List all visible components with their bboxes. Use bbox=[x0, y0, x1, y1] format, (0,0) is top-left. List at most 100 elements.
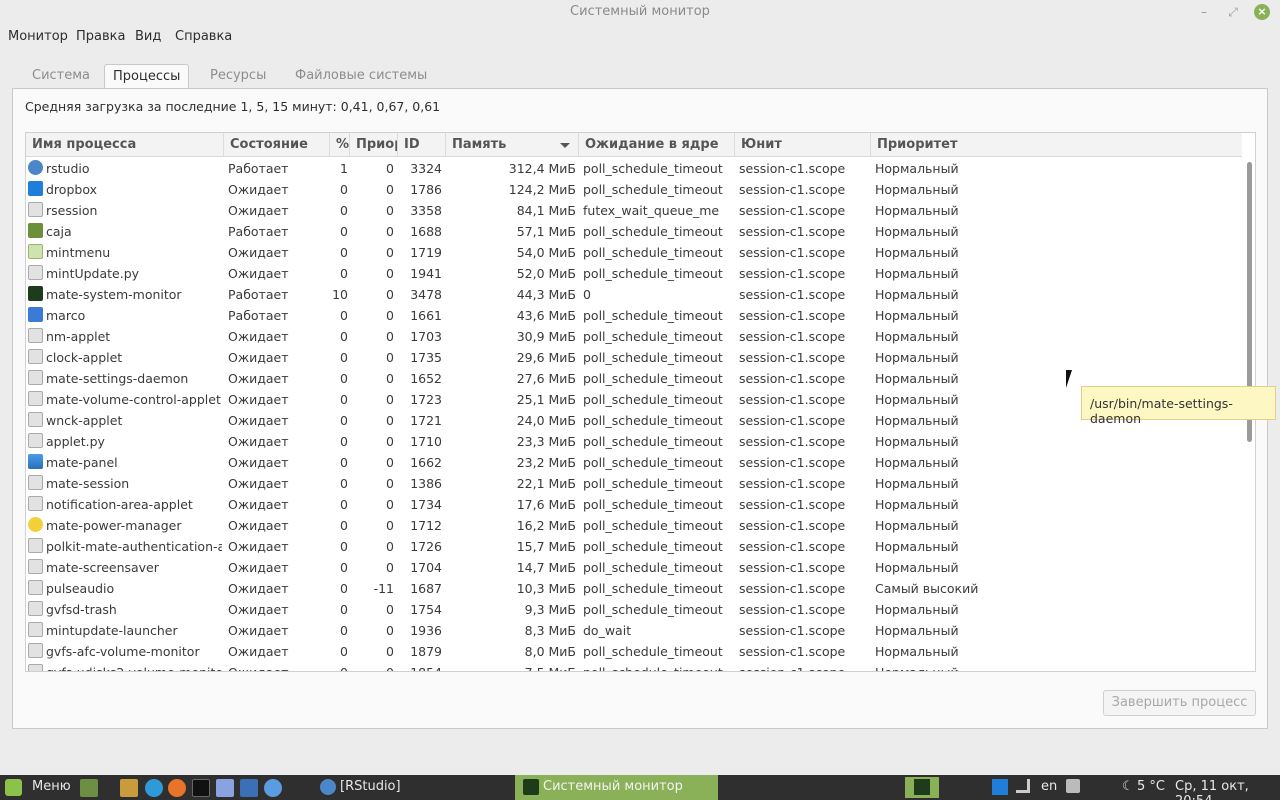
table-row[interactable]: rsession Ожидает 0 0 3358 84,1 МиБ futex_wait_… bbox=[26, 200, 1242, 221]
dropbox-tray-icon[interactable] bbox=[992, 779, 1008, 795]
firefox-icon[interactable] bbox=[168, 779, 186, 797]
table-row[interactable]: dropbox Ожидает 0 0 1786 124,2 МиБ poll_schedu… bbox=[26, 179, 1242, 200]
process-priority: Нормальный bbox=[875, 665, 1075, 671]
process-priority: Нормальный bbox=[875, 329, 959, 344]
task-rstudio[interactable]: [RStudio] bbox=[312, 775, 512, 800]
close-button[interactable]: × bbox=[1254, 4, 1270, 20]
volume-icon[interactable] bbox=[1066, 779, 1080, 793]
chromium-icon[interactable] bbox=[264, 779, 282, 797]
power-manager-icon bbox=[28, 517, 43, 532]
table-row[interactable]: mate-screensaver Ожидает 0 0 1704 14,7 МиБ pol… bbox=[26, 557, 1242, 578]
files-icon[interactable] bbox=[120, 779, 138, 797]
network-signal-icon[interactable] bbox=[1016, 779, 1030, 793]
table-row[interactable]: mate-power-manager Ожидает 0 0 1712 16,2 МиБ p… bbox=[26, 515, 1242, 536]
process-waiting-channel: futex_wait_queue_me bbox=[583, 203, 720, 218]
column-header-unit[interactable]: Юнит bbox=[735, 133, 871, 157]
end-process-button[interactable]: Завершить процесс bbox=[1103, 690, 1256, 716]
process-id: 1936 bbox=[410, 623, 442, 638]
task-system-monitor[interactable]: Системный монитор bbox=[515, 775, 718, 800]
table-row[interactable]: mintmenu Ожидает 0 0 1719 54,0 МиБ poll_schedu… bbox=[26, 242, 1242, 263]
column-header-name[interactable]: Имя процесса bbox=[26, 133, 224, 157]
table-row[interactable]: mate-volume-control-applet Ожидает 0 0 1723 2… bbox=[26, 389, 1242, 410]
table-row[interactable]: caja Работает 0 0 1688 57,1 МиБ poll_schedule_… bbox=[26, 221, 1242, 242]
process-cpu: 0 bbox=[340, 623, 348, 638]
text-editor-icon[interactable] bbox=[216, 779, 234, 797]
minimize-button[interactable]: – bbox=[1196, 4, 1212, 20]
process-waiting-channel: poll_schedule_timeout bbox=[583, 224, 723, 239]
maximize-button[interactable]: ⤢ bbox=[1225, 4, 1241, 20]
table-row[interactable]: pulseaudio Ожидает 0 -11 1687 10,3 МиБ poll_sc… bbox=[26, 578, 1242, 599]
keyboard-layout-indicator[interactable]: en bbox=[1041, 779, 1057, 800]
tab-filesystems[interactable]: Файловые системы bbox=[287, 64, 435, 88]
table-row[interactable]: applet.py Ожидает 0 0 1710 23,3 МиБ poll_sched… bbox=[26, 431, 1242, 452]
column-header-nice[interactable]: Приор bbox=[350, 133, 398, 157]
process-waiting-channel: poll_schedule_timeout bbox=[583, 455, 723, 470]
table-row[interactable]: marco Работает 0 0 1661 43,6 МиБ poll_schedule… bbox=[26, 305, 1242, 326]
table-row[interactable]: clock-applet Ожидает 0 0 1735 29,6 МиБ poll_sc… bbox=[26, 347, 1242, 368]
column-header-priority[interactable]: Приоритет bbox=[871, 133, 1242, 157]
column-header-memory[interactable]: Память bbox=[446, 133, 579, 157]
table-row[interactable]: mate-system-monitor Работает 10 0 3478 44,3 М… bbox=[26, 284, 1242, 305]
process-waiting-channel: poll_schedule_timeout bbox=[583, 182, 723, 197]
table-row[interactable]: mate-settings-daemon Ожидает 0 0 1652 27,6 Ми… bbox=[26, 368, 1242, 389]
process-id: 3358 bbox=[410, 203, 442, 218]
process-nice: 0 bbox=[386, 308, 394, 323]
mint-logo-icon[interactable] bbox=[5, 779, 22, 796]
table-row[interactable]: mintUpdate.py Ожидает 0 0 1941 52,0 МиБ poll_s… bbox=[26, 263, 1242, 284]
table-row[interactable]: mintupdate-launcher Ожидает 0 0 1936 8,3 МиБ d… bbox=[26, 620, 1242, 641]
menu-view[interactable]: Вид bbox=[135, 29, 161, 44]
process-state: Ожидает bbox=[228, 350, 289, 365]
process-id: 1710 bbox=[410, 434, 442, 449]
process-memory: 29,6 МиБ bbox=[516, 350, 576, 365]
table-row[interactable]: notification-area-applet Ожидает 0 0 1734 17,… bbox=[26, 494, 1242, 515]
column-header-cpu[interactable]: % bbox=[330, 133, 350, 157]
process-memory: 14,7 МиБ bbox=[516, 560, 576, 575]
telegram-icon[interactable] bbox=[145, 779, 163, 797]
process-state: Ожидает bbox=[228, 182, 289, 197]
table-row[interactable]: gvfs-afc-volume-monitor Ожидает 0 0 1879 8,0 … bbox=[26, 641, 1242, 662]
process-priority: Нормальный bbox=[875, 476, 959, 491]
table-row[interactable]: wnck-applet Ожидает 0 0 1721 24,0 МиБ poll_sch… bbox=[26, 410, 1242, 431]
clock[interactable]: Ср, 11 окт, 20:54 bbox=[1175, 779, 1280, 800]
table-row[interactable]: mate-session Ожидает 0 0 1386 22,1 МиБ poll_sc… bbox=[26, 473, 1242, 494]
tab-processes[interactable]: Процессы bbox=[104, 64, 190, 88]
menu-edit[interactable]: Правка bbox=[76, 29, 125, 44]
table-row[interactable]: mate-panel Ожидает 0 0 1662 23,2 МиБ poll_sche… bbox=[26, 452, 1242, 473]
process-name: rsession bbox=[46, 203, 98, 218]
table-row[interactable]: rstudio Работает 1 0 3324 312,4 МиБ poll_sched… bbox=[26, 158, 1242, 179]
process-state: Ожидает bbox=[228, 203, 289, 218]
process-cpu: 0 bbox=[340, 371, 348, 386]
process-name: mintUpdate.py bbox=[46, 266, 140, 281]
table-row[interactable]: nm-applet Ожидает 0 0 1703 30,9 МиБ poll_sched… bbox=[26, 326, 1242, 347]
process-nice: 0 bbox=[386, 350, 394, 365]
process-waiting-channel: poll_schedule_timeout bbox=[583, 518, 723, 533]
workspace-switcher[interactable] bbox=[905, 777, 939, 798]
process-id: 1879 bbox=[410, 644, 442, 659]
table-row[interactable]: polkit-mate-authentication-agent-1 Ожидае… bbox=[26, 536, 1242, 557]
table-row[interactable]: gvfsd-trash Ожидает 0 0 1754 9,3 МиБ poll_sche… bbox=[26, 599, 1242, 620]
process-waiting-channel: poll_schedule_timeout bbox=[583, 350, 723, 365]
show-desktop-icon[interactable] bbox=[80, 779, 98, 797]
tab-resources[interactable]: Ресурсы bbox=[202, 64, 274, 88]
column-header-state[interactable]: Состояние bbox=[224, 133, 330, 157]
process-nice: 0 bbox=[386, 518, 394, 533]
process-memory: 17,6 МиБ bbox=[516, 497, 576, 512]
process-name: mate-power-manager bbox=[46, 518, 182, 533]
process-cpu: 0 bbox=[340, 413, 348, 428]
r-icon[interactable] bbox=[240, 779, 258, 797]
marco-icon bbox=[28, 307, 43, 322]
tab-system[interactable]: Система bbox=[24, 64, 98, 88]
menu-monitor[interactable]: Монитор bbox=[8, 29, 68, 44]
weather-temperature[interactable]: 5 °C bbox=[1137, 779, 1165, 800]
menu-help[interactable]: Справка bbox=[175, 29, 232, 44]
column-header-id[interactable]: ID bbox=[398, 133, 446, 157]
process-unit: session-c1.scope bbox=[739, 581, 846, 596]
process-memory: 84,1 МиБ bbox=[516, 203, 576, 218]
gear-icon bbox=[28, 622, 43, 637]
column-header-waiting-channel[interactable]: Ожидание в ядре bbox=[579, 133, 735, 157]
process-priority: Нормальный bbox=[875, 245, 959, 260]
process-nice: 0 bbox=[386, 476, 394, 491]
table-row[interactable]: gvfs-udisks2-volume-monitorОжидает001854… bbox=[26, 662, 1242, 671]
taskbar-menu-button[interactable]: Меню bbox=[32, 779, 71, 800]
terminal-icon[interactable] bbox=[192, 779, 210, 797]
